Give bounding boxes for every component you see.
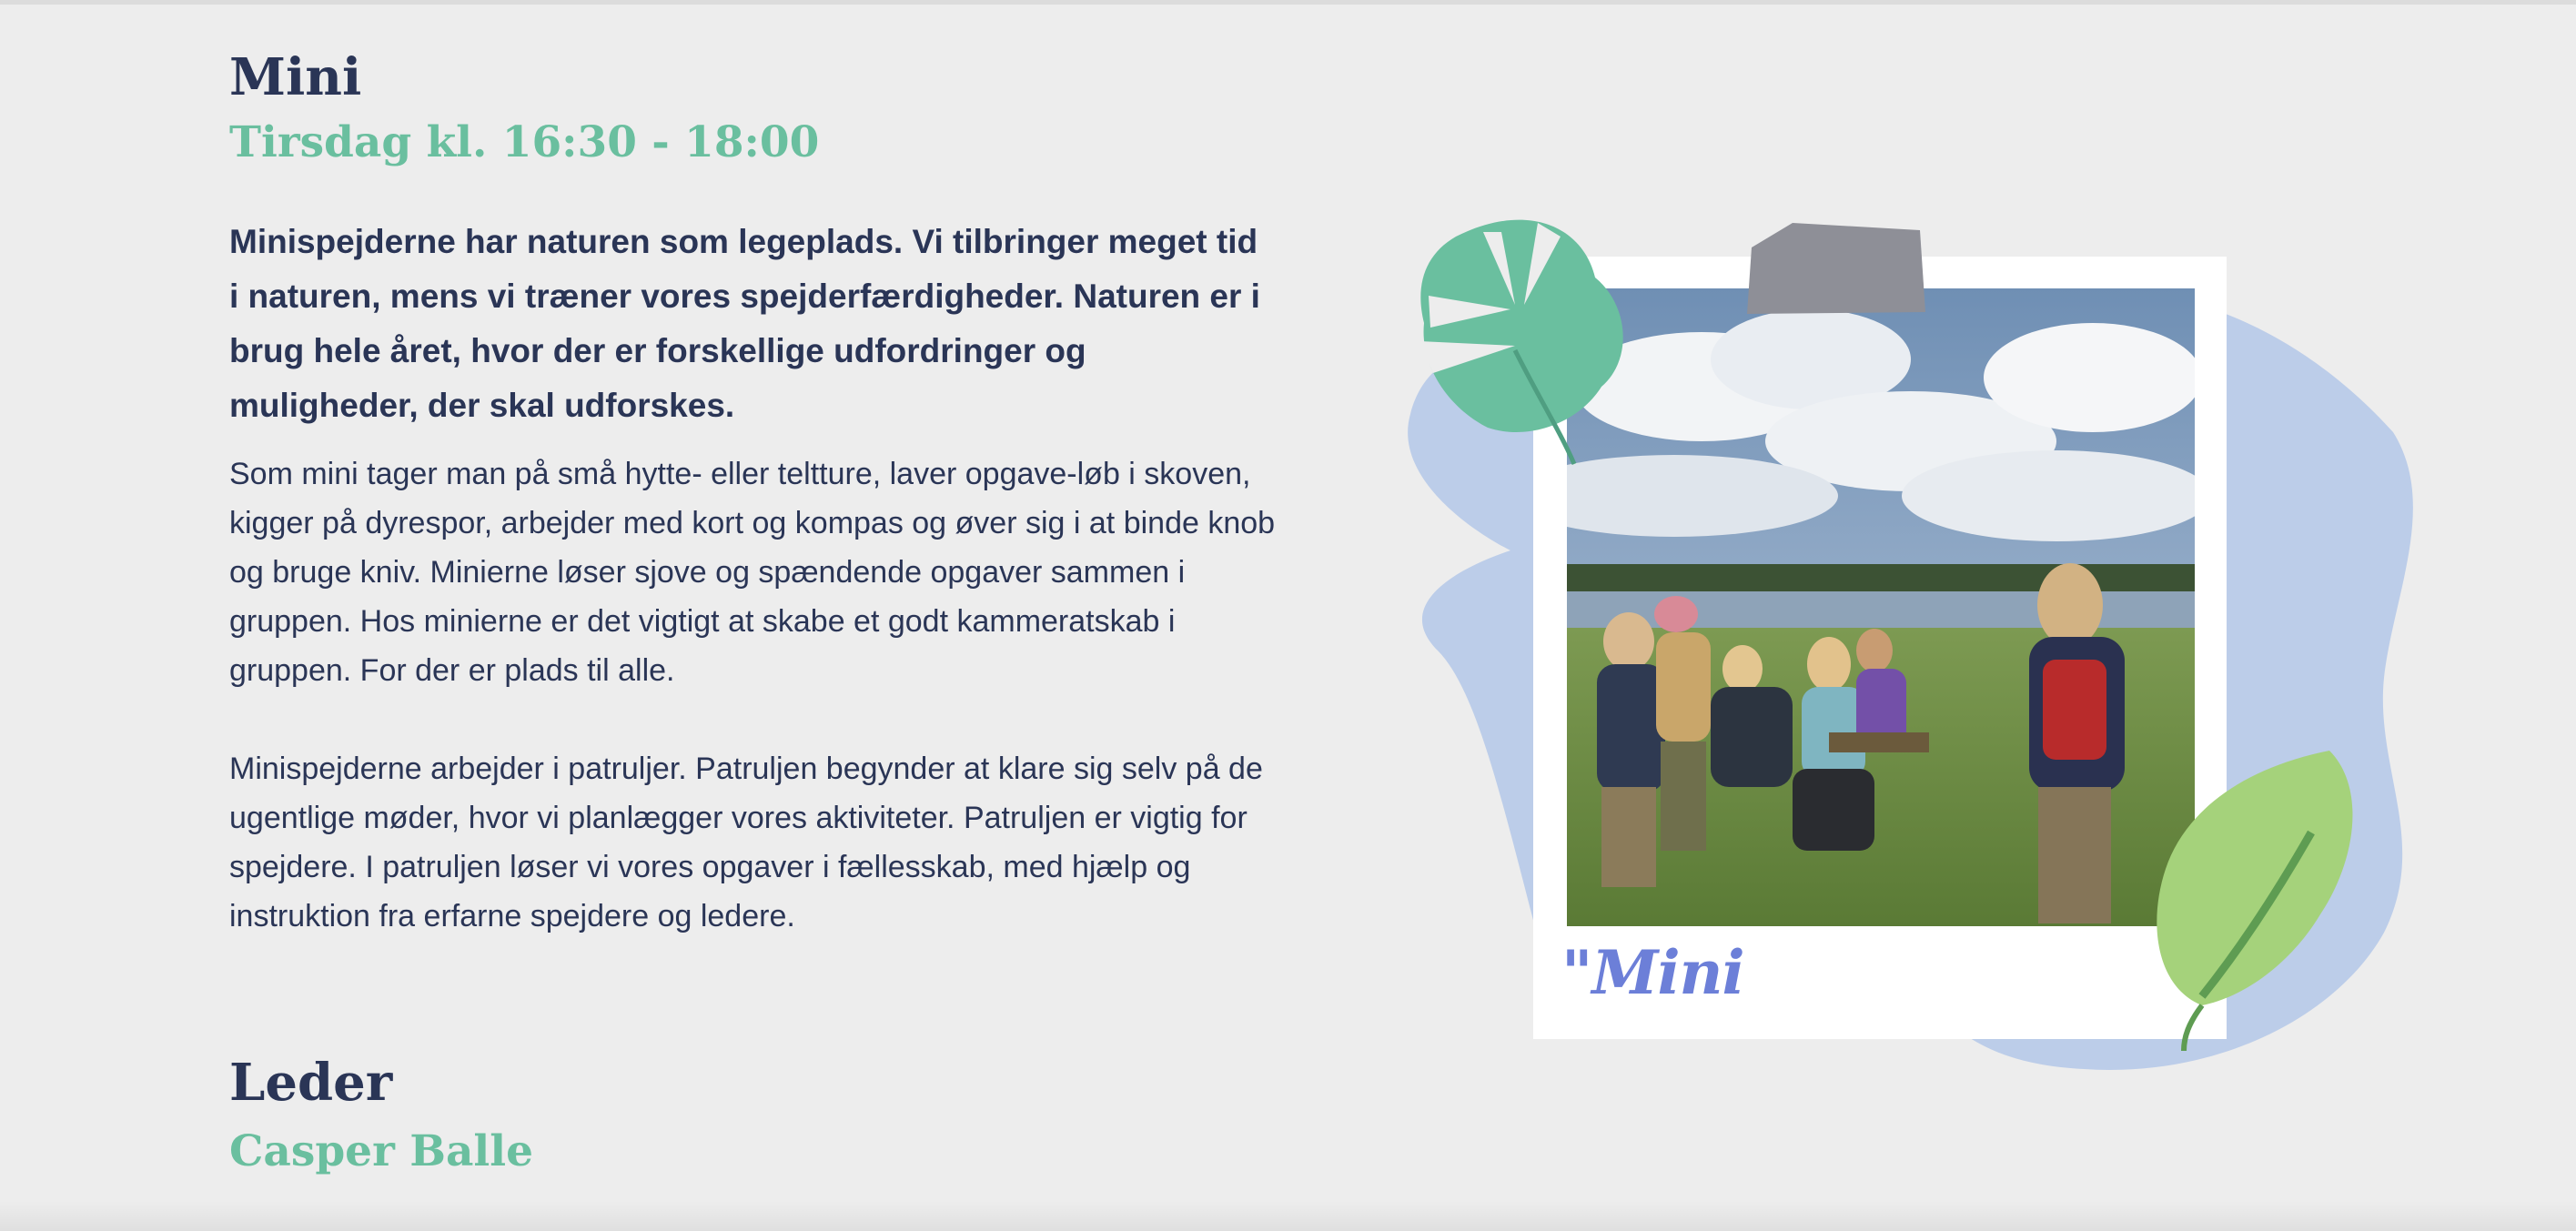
photo-collage: "Mini xyxy=(1401,205,2430,1096)
section-title: Mini xyxy=(229,47,362,107)
top-divider xyxy=(0,0,2576,5)
mini-section: Mini Tirsdag kl. 16:30 - 18:00 Minispejd… xyxy=(229,45,1276,941)
leader-heading: Leder xyxy=(229,1053,393,1113)
meeting-schedule: Tirsdag kl. 16:30 - 18:00 xyxy=(229,117,820,167)
leader-section: Leder Casper Balle xyxy=(229,1051,533,1182)
body-paragraph-2: Minispejderne arbejder i patruljer. Patr… xyxy=(229,752,1263,933)
scout-group-photo xyxy=(1567,288,2195,926)
photo-caption: "Mini xyxy=(1561,937,1745,1008)
lead-paragraph: Minispejderne har naturen som legeplads.… xyxy=(229,223,1260,424)
tape-strip xyxy=(1747,223,1925,314)
leader-name: Casper Balle xyxy=(229,1126,534,1176)
body-paragraph-1: Som mini tager man på små hytte- eller t… xyxy=(229,457,1276,688)
photo-collage-graphic xyxy=(1408,219,2413,1070)
bottom-shadow xyxy=(0,1201,2576,1231)
